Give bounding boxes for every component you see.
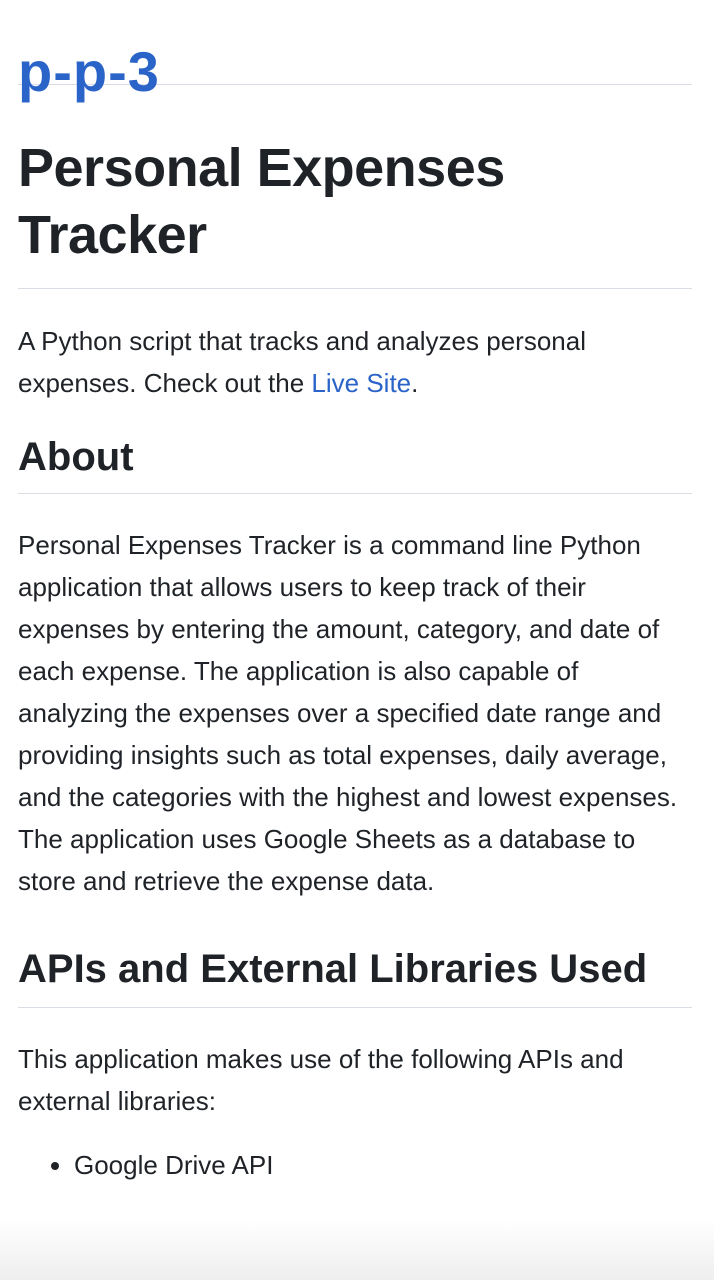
- intro-paragraph: A Python script that tracks and analyzes…: [18, 320, 692, 404]
- site-title-link[interactable]: p-p-3: [18, 0, 692, 100]
- about-heading: About: [18, 435, 134, 479]
- bottom-fade: [0, 1220, 714, 1280]
- intro-text: A Python script that tracks and analyzes…: [18, 326, 586, 398]
- intro-end: .: [411, 368, 419, 398]
- readme-page: p-p-3 Personal Expenses Tracker A Python…: [18, 0, 692, 1186]
- about-divider: [18, 493, 692, 494]
- apis-list: Google Drive API: [18, 1144, 692, 1186]
- heading-divider: [18, 288, 692, 289]
- apis-heading: APIs and External Libraries Used: [18, 947, 648, 991]
- list-item: Google Drive API: [74, 1144, 692, 1186]
- live-site-link[interactable]: Live Site: [311, 368, 411, 398]
- about-paragraph: Personal Expenses Tracker is a command l…: [18, 530, 678, 896]
- apis-paragraph: This application makes use of the follow…: [18, 1044, 624, 1116]
- apis-divider: [18, 1007, 692, 1008]
- readme-heading: Personal Expenses Tracker: [18, 138, 505, 265]
